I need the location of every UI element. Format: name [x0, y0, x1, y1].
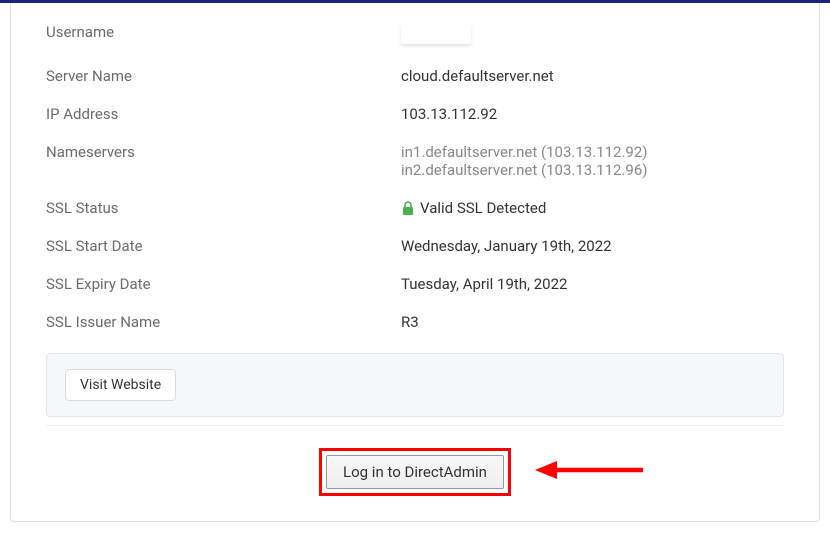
- label-username: Username: [46, 23, 401, 41]
- value-ssl-issuer: R3: [401, 313, 419, 331]
- label-ssl-status: SSL Status: [46, 199, 401, 217]
- row-server-name: Server Name cloud.defaultserver.net: [46, 57, 784, 95]
- row-ssl-issuer: SSL Issuer Name R3: [46, 303, 784, 341]
- divider: [46, 425, 784, 426]
- actions-well: Visit Website: [46, 353, 784, 417]
- row-username: Username: [46, 13, 784, 57]
- row-ssl-start: SSL Start Date Wednesday, January 19th, …: [46, 227, 784, 265]
- value-ssl-expiry: Tuesday, April 19th, 2022: [401, 275, 567, 293]
- annotation-highlight-box: Log in to DirectAdmin: [319, 448, 511, 496]
- nameserver-2: in2.defaultserver.net (103.13.112.96): [401, 161, 648, 179]
- visit-website-button[interactable]: Visit Website: [65, 369, 176, 401]
- annotation-arrow-icon: [535, 457, 645, 487]
- value-nameservers: in1.defaultserver.net (103.13.112.92) in…: [401, 143, 648, 179]
- label-server-name: Server Name: [46, 67, 401, 85]
- value-ssl-start: Wednesday, January 19th, 2022: [401, 237, 612, 255]
- ssl-status-text: Valid SSL Detected: [420, 199, 546, 217]
- login-directadmin-button[interactable]: Log in to DirectAdmin: [326, 455, 504, 489]
- lock-icon: [401, 201, 414, 215]
- redacted-username: [401, 24, 471, 44]
- nameserver-1: in1.defaultserver.net (103.13.112.92): [401, 143, 648, 161]
- value-ip-address: 103.13.112.92: [401, 105, 497, 123]
- value-server-name: cloud.defaultserver.net: [401, 67, 554, 85]
- label-ip-address: IP Address: [46, 105, 401, 123]
- label-nameservers: Nameservers: [46, 143, 401, 161]
- label-ssl-expiry: SSL Expiry Date: [46, 275, 401, 293]
- label-ssl-issuer: SSL Issuer Name: [46, 313, 401, 331]
- row-ip-address: IP Address 103.13.112.92: [46, 95, 784, 133]
- row-nameservers: Nameservers in1.defaultserver.net (103.1…: [46, 133, 784, 189]
- value-ssl-status: Valid SSL Detected: [401, 199, 546, 217]
- label-ssl-start: SSL Start Date: [46, 237, 401, 255]
- row-ssl-status: SSL Status Valid SSL Detected: [46, 189, 784, 227]
- login-row: Log in to DirectAdmin: [46, 448, 784, 496]
- row-ssl-expiry: SSL Expiry Date Tuesday, April 19th, 202…: [46, 265, 784, 303]
- value-username: [401, 23, 471, 47]
- server-info-panel: Username Server Name cloud.defaultserver…: [10, 3, 820, 522]
